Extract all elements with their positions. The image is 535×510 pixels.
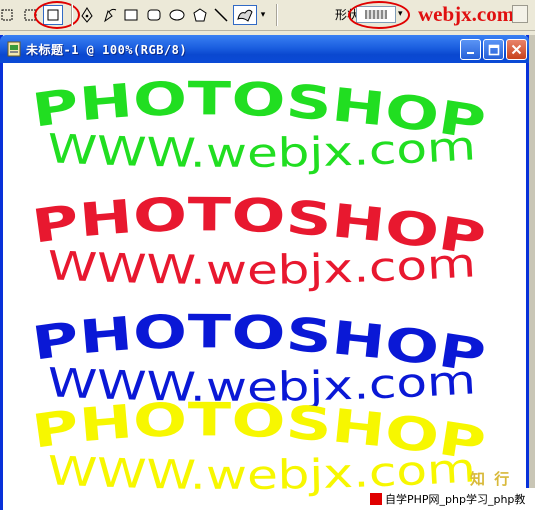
title-bar[interactable]: 未标题-1 @ 100%(RGB/8)	[0, 35, 529, 63]
canvas[interactable]: PHOTOSHOP WWW.webjx.com PHOTOSHOP WWW.we…	[3, 63, 526, 510]
separator	[276, 4, 277, 26]
close-button[interactable]	[506, 39, 527, 60]
palette-button[interactable]	[512, 5, 528, 23]
minimize-icon	[466, 51, 474, 54]
path-select-icon[interactable]	[0, 5, 14, 25]
separator	[71, 4, 72, 26]
rounded-rectangle-icon[interactable]	[145, 5, 163, 25]
shape-preview	[365, 10, 387, 19]
url-text-green: WWW.webjx.com	[46, 123, 477, 176]
shape-picker[interactable]	[356, 6, 396, 23]
pen-tool-icon[interactable]	[78, 5, 96, 25]
site-logo-icon	[370, 493, 382, 505]
window-title: 未标题-1 @ 100%(RGB/8)	[26, 43, 188, 57]
watermark-text: webjx.com	[418, 2, 515, 26]
shape-layers-icon[interactable]	[22, 5, 40, 25]
shape-dropdown-icon[interactable]: ▾	[398, 9, 403, 19]
fill-pixels-icon[interactable]	[43, 5, 63, 25]
watermark-bar: 自学PHP网_php学习_php教	[366, 488, 535, 510]
text-art: PHOTOSHOP WWW.webjx.com PHOTOSHOP WWW.we…	[29, 71, 489, 499]
custom-shape-icon[interactable]	[233, 5, 257, 25]
custom-shape-dropdown-icon[interactable]: ▾	[258, 5, 268, 25]
close-icon	[511, 44, 522, 55]
watermark-bar-text: 自学PHP网_php学习_php教	[385, 493, 526, 506]
maximize-icon	[488, 44, 499, 55]
maximize-button[interactable]	[483, 39, 504, 60]
minimize-button[interactable]	[460, 39, 481, 60]
workspace-edge	[529, 35, 535, 510]
ellipse-icon[interactable]	[168, 5, 186, 25]
rectangle-icon[interactable]	[122, 5, 140, 25]
options-bar: ▾ 形状: ▾ webjx.com	[0, 0, 535, 31]
polygon-icon[interactable]	[191, 5, 209, 25]
document-window: 未标题-1 @ 100%(RGB/8) PHOTOSHOP WWW.webjx.…	[0, 35, 529, 510]
document-icon	[6, 41, 22, 57]
line-icon[interactable]	[213, 5, 229, 25]
url-text-red: WWW.webjx.com	[46, 240, 477, 293]
freeform-pen-icon[interactable]	[100, 5, 120, 25]
